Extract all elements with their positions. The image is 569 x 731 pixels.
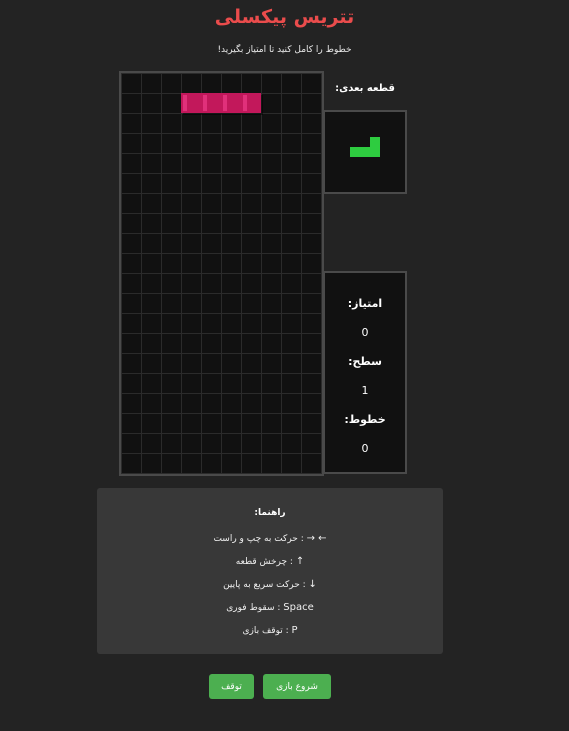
help-key: ↑	[295, 556, 305, 567]
level-label: سطح:	[348, 355, 382, 368]
next-piece	[350, 137, 380, 157]
next-piece-block	[370, 137, 380, 147]
help-text: : چرخش قطعه	[235, 557, 296, 567]
next-piece-block	[370, 147, 380, 157]
piece-highlight	[223, 95, 227, 111]
help-line-soft-drop: ↓ : حرکت سریع به پایین	[97, 579, 443, 590]
help-text: : حرکت به چپ و راست	[213, 534, 307, 544]
help-line-move: ← → : حرکت به چپ و راست	[97, 533, 443, 544]
board-canvas	[181, 93, 263, 115]
help-text: : توقف بازی	[242, 626, 292, 636]
lines-label: خطوط:	[344, 413, 386, 426]
help-line-rotate: ↑ : چرخش قطعه	[97, 556, 443, 567]
start-button[interactable]: شروع بازی	[263, 674, 331, 699]
next-piece-block	[360, 147, 370, 157]
next-piece-box	[323, 110, 407, 194]
level-value: 1	[361, 384, 369, 397]
help-key: ↓	[308, 579, 317, 590]
game-board[interactable]	[119, 71, 324, 476]
help-text: : حرکت سریع به پایین	[223, 580, 309, 590]
help-title: راهنما:	[254, 508, 286, 518]
pause-button[interactable]: توقف	[209, 674, 254, 699]
help-line-pause: P : توقف بازی	[97, 625, 443, 636]
game-title: تتریس پیکسلی	[214, 6, 355, 28]
next-piece-label: قطعه بعدی:	[335, 83, 395, 94]
score-label: امتیاز:	[347, 297, 383, 310]
lines-value: 0	[361, 442, 369, 455]
piece-highlight	[183, 95, 187, 111]
help-key: ← →	[306, 533, 327, 544]
help-line-hard-drop: Space : سقوط فوری	[97, 602, 443, 613]
piece-highlight	[203, 95, 207, 111]
help-key: Space	[283, 602, 314, 613]
current-piece	[181, 93, 263, 115]
score-value: 0	[361, 326, 369, 339]
help-panel: راهنما: ← → : حرکت به چپ و راست ↑ : چرخش…	[97, 488, 443, 654]
stats-panel: امتیاز: 0 سطح: 1 خطوط: 0	[323, 271, 407, 474]
next-piece-block	[350, 147, 360, 157]
game-subtitle: خطوط را کامل کنید تا امتیاز بگیرید!	[217, 45, 352, 55]
help-text: : سقوط فوری	[226, 603, 284, 613]
help-key: P	[291, 625, 298, 636]
next-piece-canvas	[350, 137, 380, 157]
piece-highlight	[243, 95, 247, 111]
